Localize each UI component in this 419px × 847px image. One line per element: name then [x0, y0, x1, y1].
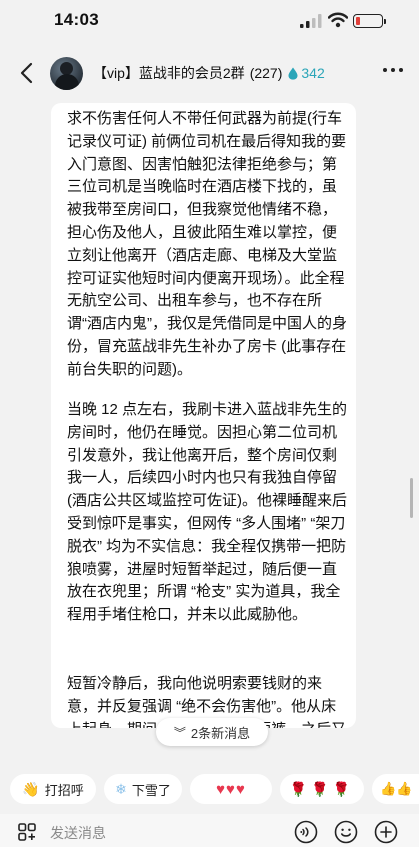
message-input[interactable]: 发送消息	[50, 823, 106, 843]
voice-icon[interactable]	[294, 820, 318, 844]
quick-reply-greet[interactable]: 👋 打招呼	[10, 774, 96, 804]
message-paragraph: 求不伤害任何人不带任何武器为前提(行车记录仪可证) 前俩位司机在最后得知我的要入…	[67, 110, 347, 378]
fire-drop-icon	[288, 67, 298, 80]
quick-reply-label: 打招呼	[44, 782, 84, 798]
status-bar: 14:03	[0, 0, 419, 42]
snowflake-icon: ❄	[115, 780, 127, 797]
wave-hand-icon: 👋	[22, 780, 40, 797]
scrollbar-thumb[interactable]	[410, 478, 413, 518]
plus-icon[interactable]	[374, 820, 398, 844]
quick-reply-hearts[interactable]: ♥♥♥	[190, 774, 272, 804]
hearts-icon: ♥♥♥	[216, 780, 246, 798]
battery-icon	[353, 14, 386, 28]
quick-reply-bar: 👋 打招呼 ❄ 下雪了 ♥♥♥ 🌹🌹🌹 👍👍	[0, 764, 419, 808]
fire-count: 342	[301, 65, 325, 81]
signal-icon	[300, 14, 322, 28]
back-arrow-icon[interactable]	[12, 58, 42, 88]
member-count: (227)	[249, 65, 283, 81]
emoji-icon[interactable]	[334, 820, 358, 844]
double-chevron-down-icon: ︾	[173, 725, 186, 740]
quick-reply-roses[interactable]: 🌹🌹🌹	[280, 774, 364, 804]
group-avatar[interactable]	[50, 57, 83, 90]
message-bubble[interactable]: 求不伤害任何人不带任何武器为前提(行车记录仪可证) 前俩位司机在最后得知我的要入…	[51, 103, 356, 728]
thumbs-up-icon: 👍👍	[380, 781, 413, 796]
wifi-icon	[328, 12, 348, 28]
quick-reply-snow[interactable]: ❄ 下雪了	[104, 774, 182, 804]
group-name: 【vip】蓝战非的会员2群	[93, 65, 245, 81]
message-input-bar: 发送消息	[0, 814, 419, 847]
new-messages-label: 2条新消息	[190, 725, 251, 741]
new-messages-button[interactable]: ︾ 2条新消息	[156, 718, 268, 746]
chat-header: 【vip】蓝战非的会员2群 (227) 342	[0, 50, 419, 100]
quick-reply-thumbs[interactable]: 👍👍	[372, 774, 419, 804]
status-time: 14:03	[54, 10, 99, 29]
apps-grid-icon[interactable]	[18, 823, 36, 841]
message-paragraph: 当晚 12 点左右，我刷卡进入蓝战非先生的房间时，他仍在睡觉。因担心第二位司机引…	[67, 401, 348, 624]
quick-reply-label: 下雪了	[131, 782, 171, 798]
group-title[interactable]: 【vip】蓝战非的会员2群 (227) 342	[93, 63, 325, 83]
more-options-icon[interactable]	[380, 60, 406, 80]
roses-icon: 🌹🌹🌹	[289, 780, 355, 797]
